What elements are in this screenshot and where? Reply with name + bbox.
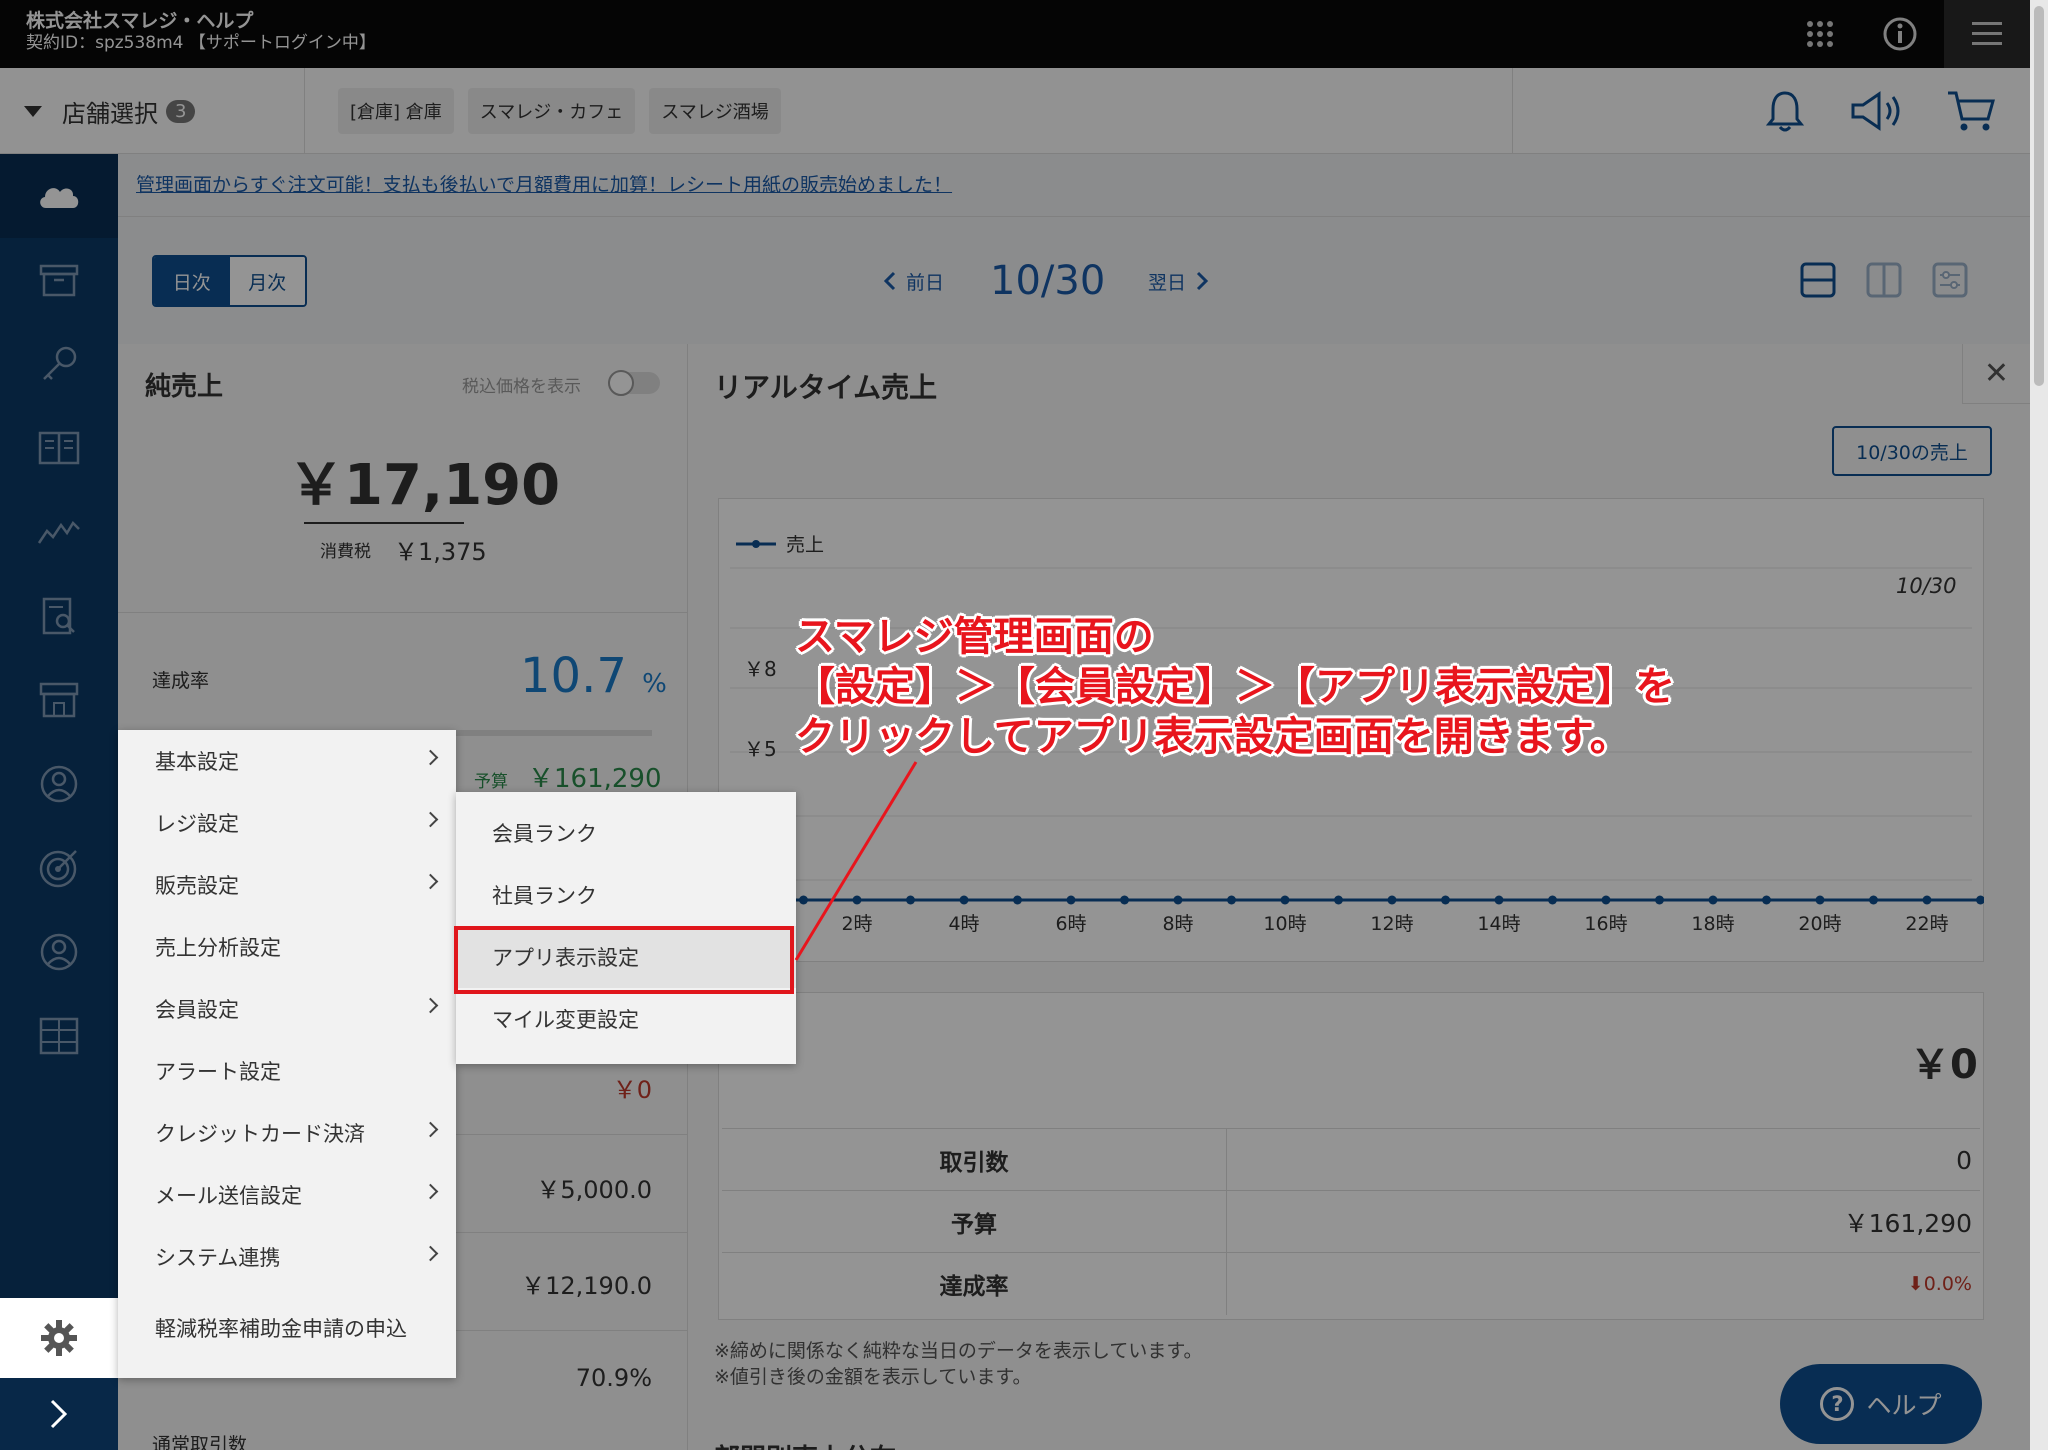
page-scrollbar[interactable] bbox=[2030, 0, 2048, 1450]
callout-line-text: スマレジ管理画面の bbox=[795, 614, 1154, 660]
callout-line-text: クリックしてアプリ表示設定画面を開きます。 bbox=[795, 714, 1630, 760]
callout-line-text: 【設定】＞【会員設定】＞【アプリ表示設定】を bbox=[795, 664, 1675, 710]
instruction-callout: スマレジ管理画面の 【設定】＞【会員設定】＞【アプリ表示設定】を クリックしてア… bbox=[795, 612, 1675, 762]
scrollbar-thumb[interactable] bbox=[2034, 6, 2044, 386]
